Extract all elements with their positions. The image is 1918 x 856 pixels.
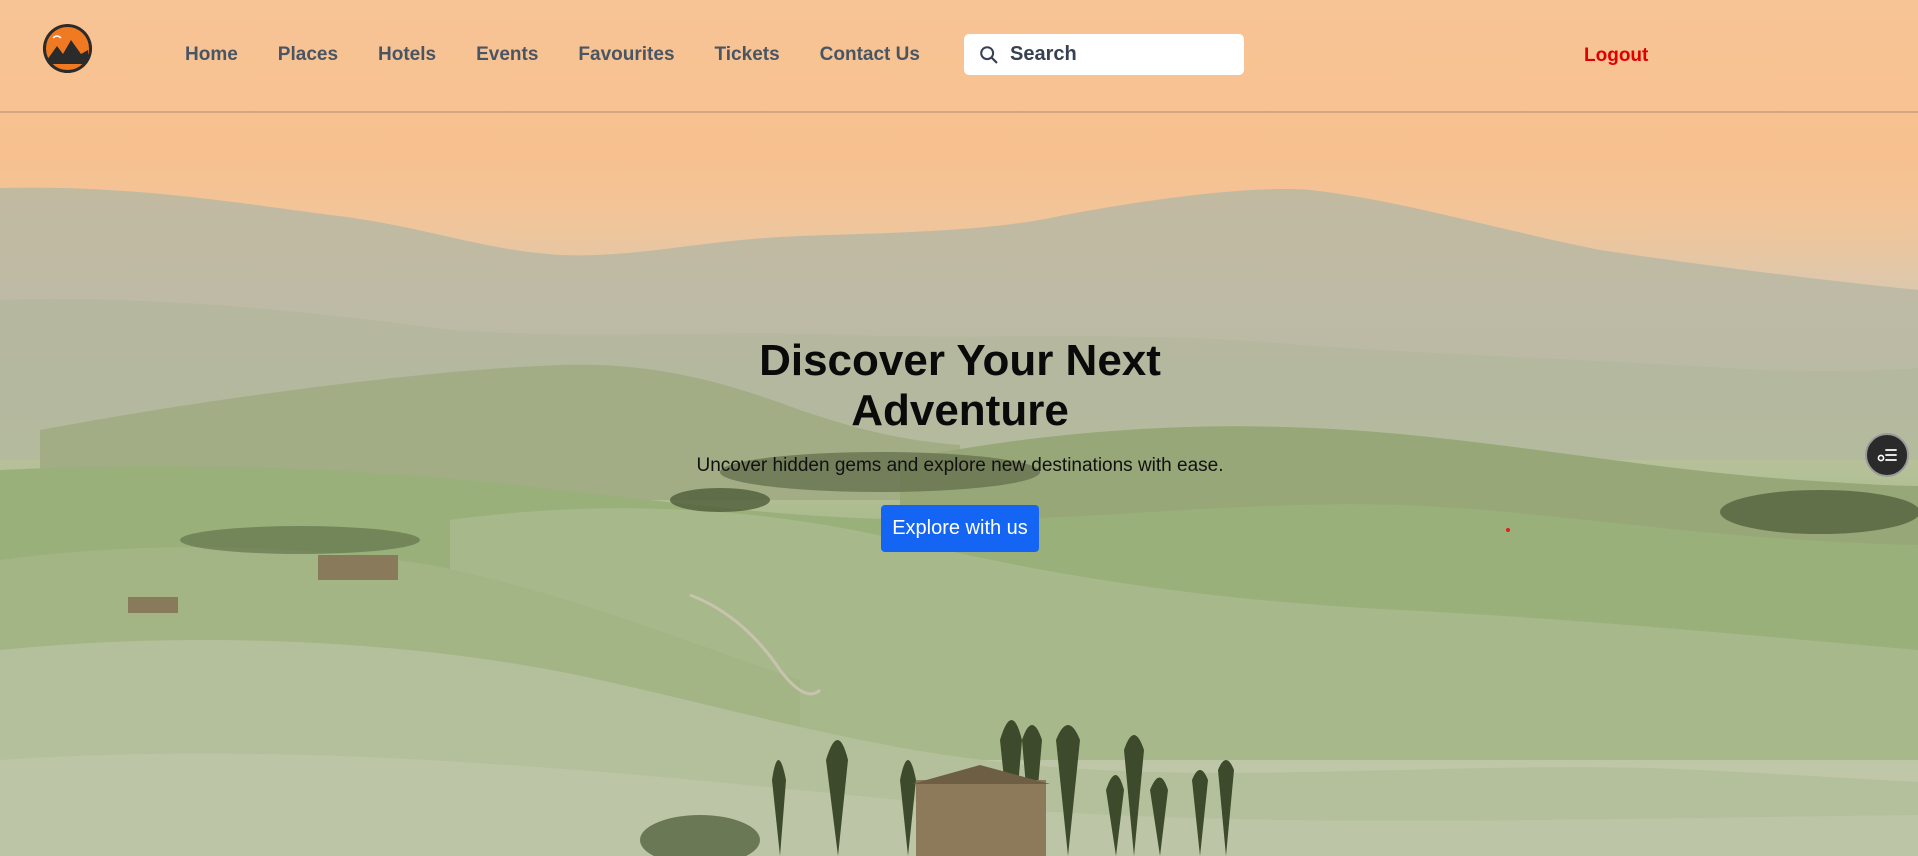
nav-places[interactable]: Places xyxy=(278,44,338,66)
nav-tickets[interactable]: Tickets xyxy=(715,44,780,66)
hero-section: Discover Your Next Adventure Uncover hid… xyxy=(560,336,1360,552)
navbar: Home Places Hotels Events Favourites Tic… xyxy=(0,0,1918,113)
nav-hotels[interactable]: Hotels xyxy=(378,44,436,66)
main-nav: Home Places Hotels Events Favourites Tic… xyxy=(185,44,960,66)
nav-home[interactable]: Home xyxy=(185,44,238,66)
search-box[interactable] xyxy=(964,34,1244,75)
nav-favourites[interactable]: Favourites xyxy=(578,44,674,66)
logout-link[interactable]: Logout xyxy=(1584,45,1648,67)
red-dot xyxy=(1506,528,1510,532)
hero-subtitle: Uncover hidden gems and explore new dest… xyxy=(696,455,1224,476)
search-icon xyxy=(980,45,998,63)
nav-contact-us[interactable]: Contact Us xyxy=(820,44,920,66)
nav-events[interactable]: Events xyxy=(476,44,538,66)
brand-logo[interactable] xyxy=(43,24,92,73)
floating-menu-button[interactable] xyxy=(1865,433,1909,477)
hero-title: Discover Your Next Adventure xyxy=(759,336,1161,435)
logo-mountain-icon xyxy=(43,24,92,73)
menu-list-icon xyxy=(1877,449,1897,462)
search-input[interactable] xyxy=(1010,43,1210,66)
explore-button[interactable]: Explore with us xyxy=(881,505,1039,552)
